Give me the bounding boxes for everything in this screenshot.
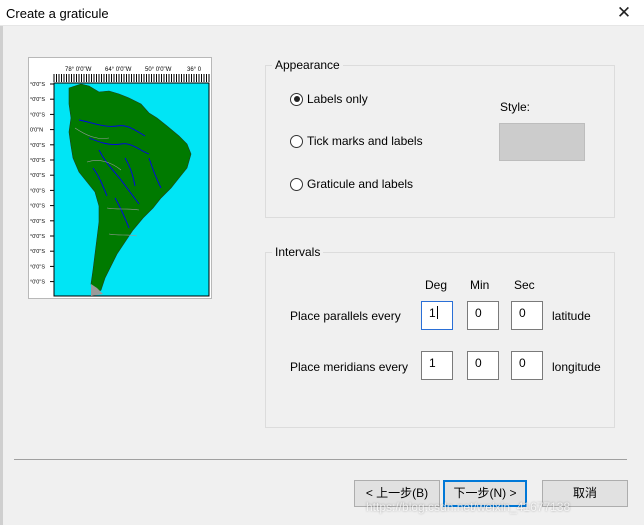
meridians-label: Place meridians every: [290, 360, 409, 374]
side-lat-label: °0'0"S: [30, 82, 45, 88]
radio-labels-only[interactable]: Labels only: [290, 92, 368, 106]
parallels-deg-input[interactable]: 1: [421, 301, 453, 330]
top-lon-label-1: 64° 0'0"W: [105, 67, 132, 73]
window-frame: [0, 26, 3, 525]
side-lat-label: °0'0"S: [30, 249, 45, 255]
parallels-deg-value: 1: [429, 306, 436, 320]
style-swatch-button[interactable]: [499, 123, 585, 161]
radio-graticule-and-labels[interactable]: Graticule and labels: [290, 177, 413, 191]
parallels-unit: latitude: [552, 309, 591, 323]
parallels-min-value: 0: [475, 306, 482, 320]
parallels-sec-input[interactable]: 0: [511, 301, 543, 330]
side-lat-label: °0'0"S: [30, 158, 45, 164]
text-caret: [436, 306, 438, 319]
meridians-sec-input[interactable]: 0: [511, 351, 543, 380]
title-bar: Create a graticule ✕: [0, 0, 644, 26]
window-title: Create a graticule: [6, 6, 109, 21]
parallels-min-input[interactable]: 0: [467, 301, 499, 330]
min-header: Min: [470, 278, 490, 292]
intervals-legend: Intervals: [272, 245, 324, 259]
map-preview: 78° 0'0"W 64° 0'0"W 50° 0'0"W 36° 0 °0'0…: [28, 57, 212, 299]
side-lat-label: 0'0"N: [30, 128, 43, 134]
meridians-min-value: 0: [475, 356, 482, 370]
meridians-deg-input[interactable]: 1: [421, 351, 453, 380]
radio-unselected-icon[interactable]: [290, 177, 303, 191]
side-lat-label: °0'0"S: [30, 173, 45, 179]
parallels-label: Place parallels every: [290, 309, 401, 323]
radio-unselected-icon[interactable]: [290, 134, 303, 148]
map-preview-image: 78° 0'0"W 64° 0'0"W 50° 0'0"W 36° 0 °0'0…: [29, 58, 211, 298]
side-lat-label: °0'0"S: [30, 234, 45, 240]
meridians-unit: longitude: [552, 360, 601, 374]
meridians-deg-value: 1: [429, 356, 436, 370]
side-lat-label: °0'0"S: [30, 188, 45, 194]
meridians-sec-value: 0: [519, 356, 526, 370]
radio-tick-marks-and-labels[interactable]: Tick marks and labels: [290, 134, 423, 148]
side-lat-label: °0'0"S: [30, 204, 45, 210]
side-lat-label: °0'0"S: [30, 219, 45, 225]
radio-labels-only-label: Labels only: [307, 92, 368, 106]
close-icon[interactable]: ✕: [610, 2, 638, 24]
side-lat-label: °0'0"S: [30, 264, 45, 270]
side-lat-label: °0'0"S: [30, 143, 45, 149]
radio-tick-marks-label: Tick marks and labels: [307, 134, 423, 148]
sec-header: Sec: [514, 278, 535, 292]
radio-graticule-label: Graticule and labels: [307, 177, 414, 191]
appearance-legend: Appearance: [272, 58, 343, 72]
watermark-text: https://blog.csdn.net/weixin_41677138: [366, 500, 571, 514]
separator: [14, 459, 627, 460]
top-lon-label-3: 36° 0: [187, 67, 202, 73]
meridians-min-input[interactable]: 0: [467, 351, 499, 380]
parallels-sec-value: 0: [519, 306, 526, 320]
side-lat-label: °0'0"S: [30, 112, 45, 118]
deg-header: Deg: [425, 278, 448, 292]
style-label: Style:: [500, 100, 531, 114]
top-lon-label-2: 50° 0'0"W: [145, 67, 172, 73]
top-lon-label-0: 78° 0'0"W: [65, 67, 92, 73]
side-lat-label: °0'0"S: [30, 97, 45, 103]
radio-selected-icon[interactable]: [290, 92, 303, 106]
side-lat-label: °0'0"S: [30, 280, 45, 286]
